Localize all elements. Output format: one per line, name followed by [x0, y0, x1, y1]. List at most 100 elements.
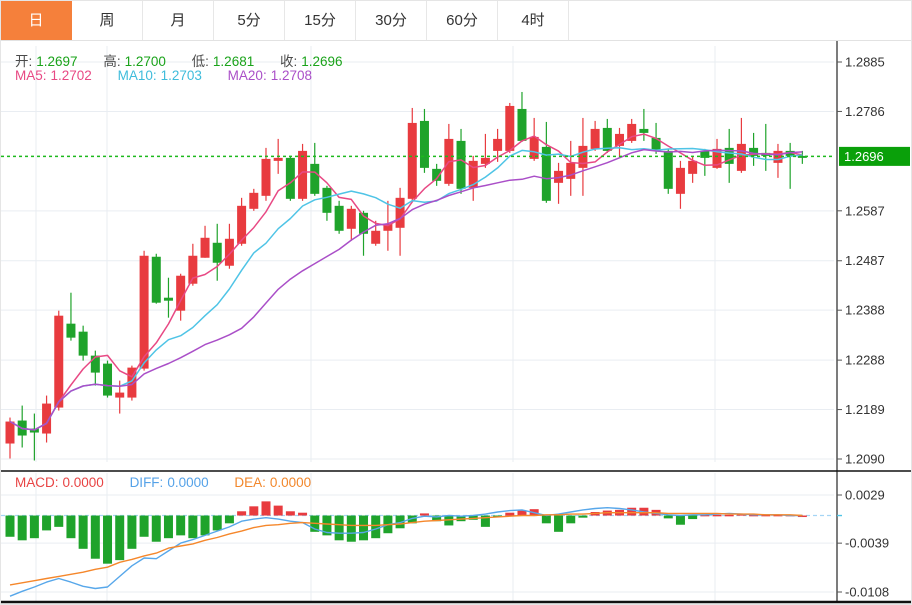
candle-up — [273, 157, 283, 161]
dea-value: 0.0000 — [269, 475, 312, 490]
macd-histogram-bar — [54, 515, 64, 527]
price-axis-label: 1.2388 — [845, 303, 885, 318]
ma10-label: MA10: — [117, 68, 157, 83]
macd-histogram-bar — [712, 514, 722, 517]
macd-histogram-bar — [188, 515, 198, 539]
kline-chart-canvas[interactable]: 1.2885 1.2786 1.2587 1.2487 1.2388 1.2288 1.21… — [1, 1, 912, 605]
macd-histogram-bar — [261, 501, 271, 516]
candle-up — [505, 105, 515, 151]
candle-up — [346, 208, 356, 229]
macd-axis-label: -0.0108 — [845, 585, 889, 600]
candle-down — [285, 157, 295, 199]
ma-legend: MA5: 1.2702 MA10: 1.2703 MA20: 1.2708 — [15, 68, 316, 83]
macd-histogram-bar — [688, 515, 698, 520]
macd-histogram-bar — [115, 515, 125, 561]
diff-value: 0.0000 — [167, 475, 209, 490]
price-axis-label: 1.2090 — [845, 452, 885, 467]
candle-down — [419, 120, 429, 168]
candle-up — [249, 192, 259, 209]
ma20-value: 1.2708 — [270, 68, 312, 83]
open-value: 1.2697 — [36, 54, 78, 69]
candle-down — [90, 355, 100, 373]
macd-value: 0.0000 — [62, 475, 104, 490]
candle-down — [334, 205, 344, 231]
candle-up — [115, 392, 125, 398]
macd-histogram-bar — [334, 515, 344, 541]
candle-up — [688, 160, 698, 174]
macd-histogram-bar — [163, 515, 173, 539]
price-axis-background — [837, 41, 911, 603]
macd-histogram-bar — [176, 515, 186, 536]
macd-histogram-bar — [578, 515, 588, 518]
macd-histogram-bar — [127, 515, 137, 549]
macd-histogram-bar — [724, 514, 734, 517]
candle-down — [163, 297, 173, 301]
macd-histogram-bar — [78, 515, 88, 549]
macd-histogram-bar — [541, 515, 551, 524]
price-axis-label: 1.2885 — [845, 55, 885, 70]
candle-up — [224, 238, 234, 266]
low-value: 1.2681 — [212, 54, 255, 69]
macd-histogram-bar — [505, 512, 515, 516]
price-axis-label: 1.2487 — [845, 253, 885, 268]
macd-histogram-bar — [554, 515, 564, 532]
ma20-label: MA20: — [227, 68, 267, 83]
high-label: 高: — [103, 54, 121, 69]
macd-label: MACD: — [15, 475, 59, 490]
macd-histogram-bar — [29, 515, 39, 539]
candle-down — [103, 363, 113, 396]
macd-histogram-bar — [224, 515, 234, 524]
candle-up — [5, 421, 15, 444]
candle-up — [371, 230, 381, 244]
macd-histogram-bar — [675, 515, 685, 525]
candle-down — [310, 163, 320, 194]
macd-histogram-bar — [17, 515, 27, 541]
macd-legend: MACD: 0.0000 DIFF: 0.0000 DEA: 0.0000 — [15, 475, 315, 490]
price-axis-label: 1.2786 — [845, 104, 885, 119]
macd-histogram-bar — [273, 505, 283, 516]
candle-down — [322, 187, 332, 213]
candle-down — [517, 108, 527, 141]
macd-axis-label: -0.0039 — [845, 536, 889, 551]
open-label: 开: — [15, 54, 33, 69]
macd-histogram-bar — [371, 515, 381, 539]
candle-up — [675, 167, 685, 194]
candle-up — [237, 205, 247, 244]
macd-histogram-bar — [298, 512, 308, 516]
candle-up — [395, 197, 405, 228]
candle-up — [590, 128, 600, 149]
macd-histogram-bar — [90, 515, 100, 559]
macd-histogram-bar — [5, 515, 15, 537]
low-label: 低: — [191, 54, 209, 69]
candle-down — [151, 256, 161, 303]
ma5-label: MA5: — [15, 68, 47, 83]
macd-histogram-bar — [237, 511, 247, 516]
close-value: 1.2696 — [301, 54, 343, 69]
macd-axis-label: 0.0029 — [845, 488, 885, 503]
price-axis-label: 1.2189 — [845, 402, 885, 417]
ma10-value: 1.2703 — [160, 68, 202, 83]
candle-down — [78, 331, 88, 356]
candle-up — [139, 255, 149, 369]
candle-up — [736, 143, 746, 171]
candle-up — [493, 138, 503, 151]
price-axis-label: 1.2288 — [845, 353, 885, 368]
macd-histogram-bar — [359, 515, 369, 541]
candle-up — [407, 122, 417, 199]
candle-up — [200, 237, 210, 258]
candle-down — [66, 323, 76, 338]
dea-label: DEA: — [234, 475, 266, 490]
diff-label: DIFF: — [129, 475, 164, 490]
macd-histogram-bar — [42, 515, 52, 531]
ohlc-legend: 开: 1.2697 高: 1.2700 低: 1.2681 收: 1.2696 — [15, 50, 347, 70]
kline-chart-app: 日周月 5分 15分 30分 60分 4时 开: 1.2697 高: 1.2700 低: 1.2… — [0, 0, 912, 605]
macd-histogram-bar — [285, 511, 295, 516]
macd-histogram-bar — [212, 515, 222, 531]
macd-histogram-bar — [139, 515, 149, 537]
price-axis-label: 1.2587 — [845, 203, 885, 218]
candle-down — [212, 242, 222, 263]
macd-histogram-bar — [151, 515, 161, 542]
ma5-value: 1.2702 — [50, 68, 92, 83]
close-label: 收: — [279, 54, 298, 69]
candle-down — [639, 128, 649, 133]
